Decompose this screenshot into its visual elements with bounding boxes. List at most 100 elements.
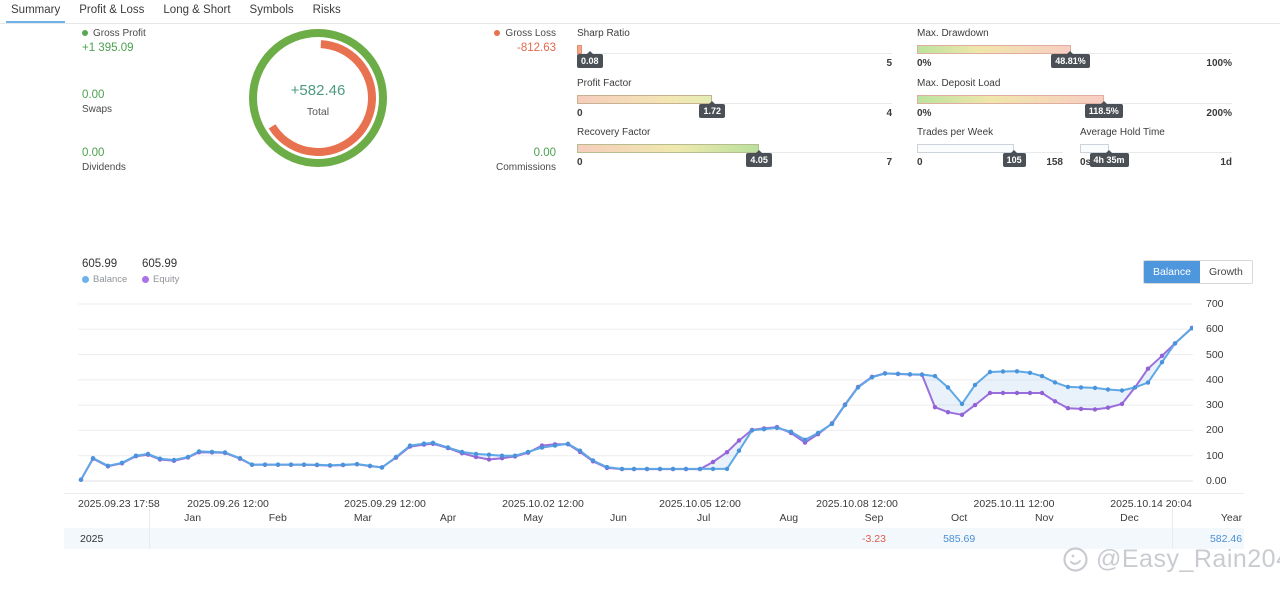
swaps-label: Swaps: [82, 104, 112, 115]
equity-point: [946, 410, 950, 414]
balance-equity-chart[interactable]: [78, 296, 1193, 486]
y-tick-label: 0.00: [1206, 475, 1226, 487]
equity-point: [1079, 407, 1083, 411]
balance-legend-dot-icon: [82, 276, 89, 283]
gross-profit-label: Gross Profit: [93, 28, 146, 39]
tab-long-and-short[interactable]: Long & Short: [158, 0, 235, 23]
equity-point: [988, 391, 992, 395]
balance-button[interactable]: Balance: [1144, 261, 1200, 283]
balance-point: [289, 462, 293, 466]
chart-axis-separator: [64, 493, 1244, 494]
max-drawdown-bar: [917, 45, 1071, 54]
sharp-ratio-max: 5: [886, 58, 892, 69]
gross-profit-dot-icon: [82, 30, 88, 36]
balance-point: [1146, 380, 1150, 384]
balance-legend-value: 605.99: [82, 258, 127, 270]
trades-per-week-max: 158: [1046, 157, 1063, 168]
balance-point: [1093, 386, 1097, 390]
balance-point: [1133, 385, 1137, 389]
balance-point: [684, 467, 688, 471]
average-hold-time-track: [1080, 144, 1232, 153]
sharp-ratio-label: Sharp Ratio: [577, 28, 892, 40]
donut-total-value: +582.46: [291, 82, 346, 99]
equity-point: [1106, 406, 1110, 410]
month-result-cell: [235, 528, 320, 549]
balance-point: [1120, 388, 1124, 392]
equity-legend-value: 605.99: [142, 258, 179, 270]
average-hold-time-value-badge: 4h 35m: [1090, 153, 1129, 167]
equity-point: [487, 457, 491, 461]
balance-point: [250, 462, 254, 466]
balance-point: [1053, 380, 1057, 384]
balance-point: [988, 370, 992, 374]
tab-symbols[interactable]: Symbols: [245, 0, 299, 23]
max-drawdown-gauge: Max. Drawdown 0% 100% 48.81%: [917, 28, 1232, 71]
watermark: @Easy_Rain2042: [1062, 545, 1280, 574]
balance-point: [106, 464, 110, 468]
balance-point: [315, 463, 319, 467]
dividends-label: Dividends: [82, 162, 126, 173]
balance-point: [238, 456, 242, 460]
equity-legend[interactable]: 605.99 Equity: [142, 258, 179, 285]
average-hold-time-gauge: Average Hold Time 0s 1d 4h 35m: [1080, 127, 1232, 170]
balance-point: [1160, 360, 1164, 364]
trades-per-week-bar: [917, 144, 1014, 153]
sharp-ratio-bar: [577, 45, 582, 54]
balance-point: [146, 452, 150, 456]
profit-factor-min: 0: [577, 108, 583, 119]
tab-risks[interactable]: Risks: [308, 0, 346, 23]
recovery-factor-max: 7: [886, 157, 892, 168]
max-deposit-load-bar: [917, 95, 1104, 104]
balance-point: [210, 450, 214, 454]
balance-point: [883, 371, 887, 375]
watermark-logo-icon: [1062, 546, 1089, 573]
month-result-cell: [406, 528, 491, 549]
sharp-ratio-gauge: Sharp Ratio 0 5 0.08: [577, 28, 892, 71]
balance-point: [500, 454, 504, 458]
balance-point: [158, 457, 162, 461]
balance-point: [698, 467, 702, 471]
max-deposit-load-value-badge: 118.5%: [1085, 104, 1123, 118]
y-tick-label: 200: [1206, 424, 1224, 436]
balance-point: [394, 455, 398, 459]
balance-point: [526, 450, 530, 454]
balance-legend[interactable]: 605.99 Balance: [82, 258, 127, 285]
dividends-stat: 0.00 Dividends: [82, 143, 126, 173]
balance-line: [81, 328, 1192, 479]
equity-point: [1120, 402, 1124, 406]
y-tick-label: 400: [1206, 374, 1224, 386]
balance-point: [645, 467, 649, 471]
recovery-factor-track: [577, 144, 892, 153]
equity-point: [1160, 354, 1164, 358]
balance-point: [408, 443, 412, 447]
equity-point: [725, 450, 729, 454]
trades-per-week-track: [917, 144, 1063, 153]
equity-point: [1040, 391, 1044, 395]
equity-point: [1015, 391, 1019, 395]
balance-point: [960, 402, 964, 406]
swaps-value: 0.00: [82, 89, 112, 101]
balance-point: [816, 431, 820, 435]
trades-per-week-label: Trades per Week: [917, 127, 1063, 139]
balance-point: [1079, 385, 1083, 389]
equity-point: [711, 460, 715, 464]
recovery-factor-value-badge: 4.05: [746, 153, 772, 167]
profit-factor-value-badge: 1.72: [699, 104, 725, 118]
balance-point: [540, 445, 544, 449]
profit-factor-track: [577, 95, 892, 104]
sharp-ratio-value-badge: 0.08: [577, 54, 603, 68]
tab-profit-and-loss[interactable]: Profit & Loss: [74, 0, 149, 23]
balance-point: [355, 462, 359, 466]
month-header: Aug: [746, 508, 831, 528]
balance-point: [380, 465, 384, 469]
month-result-cell: [746, 528, 831, 549]
max-deposit-load-max: 200%: [1206, 108, 1232, 119]
tab-summary[interactable]: Summary: [6, 0, 65, 23]
growth-button[interactable]: Growth: [1200, 261, 1252, 283]
month-result-cell: 585.69: [917, 528, 1002, 549]
average-hold-time-bar: [1080, 144, 1109, 153]
commissions-label: Commissions: [440, 162, 556, 173]
month-header: Jan: [150, 508, 235, 528]
balance-point: [368, 464, 372, 468]
commissions-stat: 0.00 Commissions: [440, 143, 556, 173]
